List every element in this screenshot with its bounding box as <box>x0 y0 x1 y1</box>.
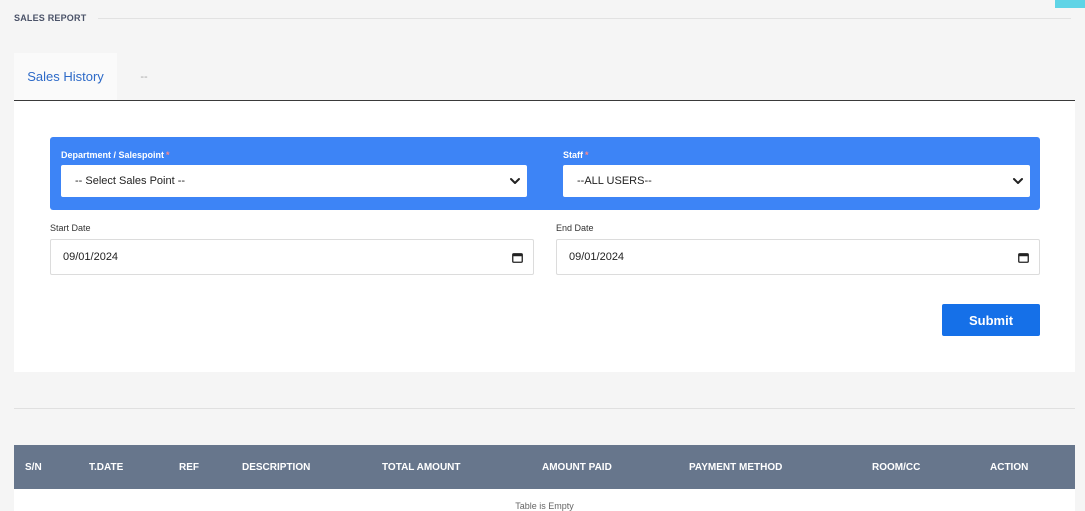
department-select[interactable]: -- Select Sales Point -- <box>61 165 527 197</box>
column-header-total-amount[interactable]: TOTAL AMOUNT <box>382 445 461 489</box>
filter-form-card: Department / Salespoint * -- Select Sales… <box>14 101 1075 372</box>
sales-table: S/N T.DATE REF DESCRIPTION TOTAL AMOUNT … <box>14 445 1075 511</box>
column-header-sn[interactable]: S/N <box>25 445 42 489</box>
column-header-action[interactable]: ACTION <box>990 445 1028 489</box>
start-date-label: Start Date <box>50 223 91 233</box>
end-date-label: End Date <box>556 223 594 233</box>
calendar-icon[interactable] <box>512 252 523 263</box>
end-date-input[interactable]: 09/01/2024 <box>556 239 1040 275</box>
staff-select[interactable]: --ALL USERS-- <box>563 165 1030 197</box>
column-header-room-cc[interactable]: ROOM/CC <box>872 445 920 489</box>
page-header: SALES REPORT <box>14 12 1071 24</box>
page-title: SALES REPORT <box>14 13 87 23</box>
staff-field: Staff * --ALL USERS-- <box>563 150 1030 197</box>
start-date-value: 09/01/2024 <box>63 251 119 263</box>
column-header-ref[interactable]: REF <box>179 445 199 489</box>
tab-sales-history[interactable]: Sales History <box>14 53 117 100</box>
column-header-tdate[interactable]: T.DATE <box>89 445 123 489</box>
section-divider <box>14 408 1075 409</box>
table-header: S/N T.DATE REF DESCRIPTION TOTAL AMOUNT … <box>14 445 1075 489</box>
staff-label: Staff * <box>563 150 589 160</box>
header-divider <box>98 17 1071 19</box>
department-field: Department / Salespoint * -- Select Sales… <box>61 150 527 197</box>
table-body: Table is Empty <box>14 489 1075 511</box>
empty-table-message: Table is Empty <box>515 501 574 511</box>
required-mark: * <box>166 150 170 160</box>
chevron-down-icon <box>510 178 520 184</box>
tab-bar: Sales History -- <box>14 53 1075 101</box>
department-label: Department / Salespoint * <box>61 150 170 160</box>
end-date-value: 09/01/2024 <box>569 251 625 263</box>
staff-select-value: --ALL USERS-- <box>577 175 652 187</box>
department-select-value: -- Select Sales Point -- <box>75 175 186 187</box>
filter-panel: Department / Salespoint * -- Select Sales… <box>50 137 1040 210</box>
calendar-icon[interactable] <box>1018 252 1029 263</box>
required-mark: * <box>585 150 589 160</box>
column-header-amount-paid[interactable]: AMOUNT PAID <box>542 445 612 489</box>
start-date-input[interactable]: 09/01/2024 <box>50 239 534 275</box>
column-header-payment-method[interactable]: PAYMENT METHOD <box>689 445 782 489</box>
submit-button[interactable]: Submit <box>942 304 1040 336</box>
column-header-description[interactable]: DESCRIPTION <box>242 445 310 489</box>
chevron-down-icon <box>1013 178 1023 184</box>
tab-placeholder[interactable]: -- <box>117 53 171 100</box>
corner-accent <box>1055 0 1085 8</box>
